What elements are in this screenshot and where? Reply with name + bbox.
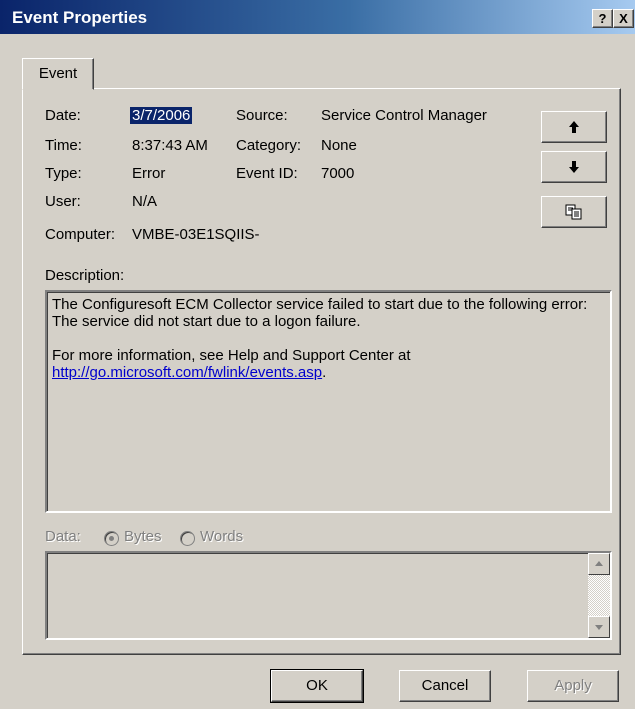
category-value: None <box>321 137 357 154</box>
description-label: Description: <box>45 267 125 284</box>
source-label: Source: <box>236 107 288 124</box>
tab-event[interactable]: Event <box>22 58 94 90</box>
event-id-value: 7000 <box>321 165 355 182</box>
user-value: N/A <box>132 193 158 210</box>
bytes-radio[interactable] <box>104 531 119 546</box>
copy-icon <box>565 204 582 220</box>
description-period: . <box>322 364 327 381</box>
title-bar[interactable]: Event Properties ? X <box>0 0 635 34</box>
description-line-3: For more information, see Help and Suppo… <box>52 347 411 364</box>
ok-button[interactable]: OK <box>270 669 364 703</box>
description-line-2: The service did not start due to a logon… <box>52 313 361 330</box>
words-label: Words <box>200 528 244 545</box>
help-button[interactable]: ? <box>592 9 613 28</box>
apply-button[interactable]: Apply <box>527 670 619 702</box>
date-value[interactable]: 3/7/2006 <box>130 107 193 124</box>
type-value: Error <box>132 165 166 182</box>
scroll-up-icon <box>595 561 603 566</box>
scroll-down-icon <box>595 625 603 630</box>
close-button[interactable]: X <box>613 9 634 28</box>
category-label: Category: <box>236 137 302 154</box>
window-title: Event Properties <box>12 8 148 27</box>
event-id-label: Event ID: <box>236 165 298 182</box>
description-line-1: The Configuresoft ECM Collector service … <box>52 296 588 313</box>
scroll-up-button[interactable] <box>588 553 610 575</box>
computer-label: Computer: <box>45 226 116 243</box>
help-link[interactable]: http://go.microsoft.com/fwlink/events.as… <box>52 364 322 381</box>
next-event-button[interactable] <box>541 151 607 183</box>
previous-event-button[interactable] <box>541 111 607 143</box>
user-label: User: <box>45 193 81 210</box>
data-label: Data: <box>45 528 81 545</box>
time-label: Time: <box>45 137 82 154</box>
cancel-button[interactable]: Cancel <box>399 670 491 702</box>
arrow-down-icon <box>569 161 579 173</box>
type-label: Type: <box>45 165 82 182</box>
data-box[interactable] <box>45 551 612 640</box>
computer-value: VMBE-03E1SQIIS- <box>132 226 260 243</box>
description-box[interactable]: The Configuresoft ECM Collector service … <box>45 290 612 513</box>
date-label: Date: <box>45 107 81 124</box>
bytes-label: Bytes <box>124 528 162 545</box>
scroll-track[interactable] <box>588 575 610 616</box>
scroll-down-button[interactable] <box>588 616 610 638</box>
arrow-up-icon <box>569 121 579 133</box>
words-radio[interactable] <box>180 531 195 546</box>
copy-button[interactable] <box>541 196 607 228</box>
source-value: Service Control Manager <box>321 107 487 124</box>
data-scrollbar[interactable] <box>588 553 610 638</box>
time-value: 8:37:43 AM <box>132 137 208 154</box>
